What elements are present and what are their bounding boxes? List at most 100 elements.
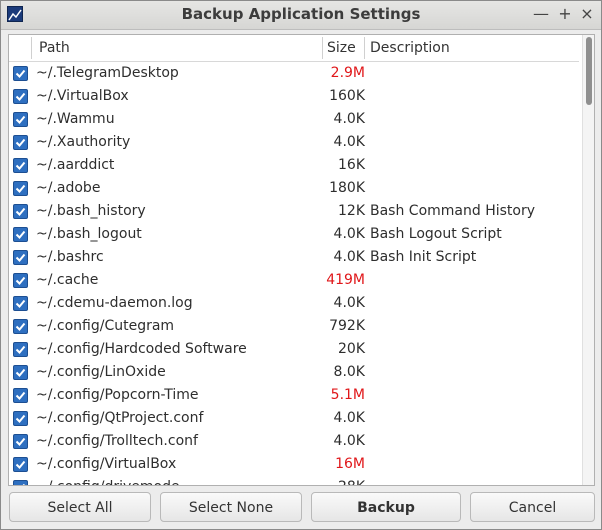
cancel-button[interactable]: Cancel (470, 492, 595, 522)
row-size: 16K (338, 157, 365, 173)
column-header-description[interactable]: Description (370, 35, 450, 61)
row-path: ~/.bash_history (36, 203, 146, 219)
close-button[interactable]: × (578, 4, 596, 24)
row-size: 4.0K (333, 433, 365, 449)
table-row[interactable]: ~/.aarddict 16K (9, 154, 579, 177)
row-checkbox[interactable] (13, 135, 28, 150)
row-size: 8.0K (333, 364, 365, 380)
checkmark-icon (15, 322, 26, 331)
checkmark-icon (15, 253, 26, 262)
row-size: 20K (338, 341, 365, 357)
table-row[interactable]: ~/.config/VirtualBox 16M (9, 453, 579, 476)
checkmark-icon (15, 207, 26, 216)
row-checkbox[interactable] (13, 434, 28, 449)
table-row[interactable]: ~/.Wammu 4.0K (9, 108, 579, 131)
table-row[interactable]: ~/.config/LinOxide 8.0K (9, 361, 579, 384)
row-size: 160K (329, 88, 365, 104)
table-row[interactable]: ~/.Xauthority 4.0K (9, 131, 579, 154)
row-description: Bash Init Script (370, 249, 477, 265)
list-header: Path Size Description (9, 35, 579, 62)
header-separator (364, 37, 365, 59)
table-row[interactable]: ~/.config/drivemode 28K (9, 476, 579, 485)
row-path: ~/.config/Cutegram (36, 318, 175, 334)
row-path: ~/.config/VirtualBox (36, 456, 177, 472)
row-checkbox[interactable] (13, 388, 28, 403)
row-checkbox[interactable] (13, 204, 28, 219)
row-size: 4.0K (333, 134, 365, 150)
row-description: Bash Logout Script (370, 226, 502, 242)
row-checkbox[interactable] (13, 89, 28, 104)
table-row[interactable]: ~/.config/Cutegram 792K (9, 315, 579, 338)
row-path: ~/.Xauthority (36, 134, 131, 150)
checkmark-icon (15, 184, 26, 193)
row-size: 180K (329, 180, 365, 196)
row-size: 4.0K (333, 111, 365, 127)
checkmark-icon (15, 276, 26, 285)
backup-button[interactable]: Backup (311, 492, 461, 522)
row-checkbox[interactable] (13, 411, 28, 426)
row-size: 12K (338, 203, 365, 219)
row-checkbox[interactable] (13, 342, 28, 357)
row-checkbox[interactable] (13, 250, 28, 265)
row-path: ~/.bashrc (36, 249, 104, 265)
checkmark-icon (15, 437, 26, 446)
list-rows: ~/.TelegramDesktop 2.9M ~/.VirtualBox 160K ~… (9, 62, 579, 485)
column-header-path[interactable]: Path (39, 35, 70, 61)
row-path: ~/.config/drivemode (36, 476, 180, 485)
column-header-size[interactable]: Size (327, 35, 356, 61)
row-path: ~/.adobe (36, 180, 101, 196)
select-none-button[interactable]: Select None (160, 492, 302, 522)
row-path: ~/.config/QtProject.conf (36, 410, 204, 426)
table-row[interactable]: ~/.TelegramDesktop 2.9M (9, 62, 579, 85)
table-row[interactable]: ~/.cache 419M (9, 269, 579, 292)
row-checkbox[interactable] (13, 112, 28, 127)
table-row[interactable]: ~/.config/Hardcoded Software 20K (9, 338, 579, 361)
table-row[interactable]: ~/.VirtualBox 160K (9, 85, 579, 108)
checkmark-icon (15, 230, 26, 239)
row-checkbox[interactable] (13, 457, 28, 472)
table-row[interactable]: ~/.bash_logout 4.0K Bash Logout Script (9, 223, 579, 246)
row-size: 2.9M (330, 65, 365, 81)
row-checkbox[interactable] (13, 273, 28, 288)
row-size: 4.0K (333, 226, 365, 242)
row-path: ~/.cdemu-daemon.log (36, 295, 193, 311)
row-size: 4.0K (333, 295, 365, 311)
checkmark-icon (15, 161, 26, 170)
row-checkbox[interactable] (13, 296, 28, 311)
row-checkbox[interactable] (13, 227, 28, 242)
file-list[interactable]: Path Size Description ~/.TelegramDesktop… (8, 34, 595, 486)
scrollbar-thumb[interactable] (586, 37, 592, 105)
table-row[interactable]: ~/.config/Popcorn-Time 5.1M (9, 384, 579, 407)
row-size: 5.1M (330, 387, 365, 403)
row-path: ~/.Wammu (36, 111, 115, 127)
row-path: ~/.TelegramDesktop (36, 65, 179, 81)
backup-settings-window: Backup Application Settings — + × Path S… (0, 0, 602, 530)
table-row[interactable]: ~/.cdemu-daemon.log 4.0K (9, 292, 579, 315)
row-checkbox[interactable] (13, 66, 28, 81)
checkmark-icon (15, 92, 26, 101)
table-row[interactable]: ~/.adobe 180K (9, 177, 579, 200)
table-row[interactable]: ~/.config/Trolltech.conf 4.0K (9, 430, 579, 453)
table-row[interactable]: ~/.bashrc 4.0K Bash Init Script (9, 246, 579, 269)
title-bar[interactable]: Backup Application Settings — + × (1, 1, 601, 30)
vertical-scrollbar[interactable] (582, 35, 594, 485)
select-all-button[interactable]: Select All (9, 492, 151, 522)
checkmark-icon (15, 115, 26, 124)
row-checkbox[interactable] (13, 181, 28, 196)
row-checkbox[interactable] (13, 319, 28, 334)
row-size: 28K (309, 476, 365, 485)
header-separator (322, 37, 323, 59)
row-checkbox[interactable] (13, 365, 28, 380)
row-size: 4.0K (333, 249, 365, 265)
table-row[interactable]: ~/.config/QtProject.conf 4.0K (9, 407, 579, 430)
row-checkbox[interactable] (13, 480, 28, 485)
checkmark-icon (15, 368, 26, 377)
row-checkbox[interactable] (13, 158, 28, 173)
checkmark-icon (15, 299, 26, 308)
minimize-button[interactable]: — (532, 4, 550, 24)
row-path: ~/.config/Hardcoded Software (36, 341, 247, 357)
checkmark-icon (15, 460, 26, 469)
maximize-button[interactable]: + (556, 4, 574, 24)
checkmark-icon (22, 483, 26, 485)
table-row[interactable]: ~/.bash_history 12K Bash Command History (9, 200, 579, 223)
